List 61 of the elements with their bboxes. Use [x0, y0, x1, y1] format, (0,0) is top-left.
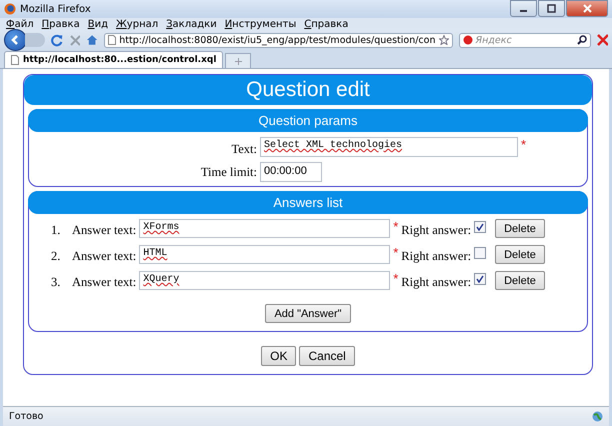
delete-button[interactable]: Delete [495, 219, 545, 238]
page-title: Question edit [24, 75, 592, 105]
field-label: Answer text: [72, 275, 136, 290]
field-label: Right answer: [401, 223, 472, 238]
list-number: 1. [51, 223, 62, 238]
browser-logo-icon [4, 3, 16, 15]
window-title: Mozilla Firefox [20, 4, 91, 14]
menu-item[interactable]: Справка [304, 18, 348, 30]
required-mark: * [393, 219, 398, 234]
globe-icon [592, 411, 603, 422]
answer-field[interactable]: HTML [139, 245, 390, 264]
answer-field[interactable]: XForms [139, 219, 390, 238]
list-number: 2. [51, 249, 62, 264]
maximize-icon [547, 4, 556, 13]
section-title: Question params [28, 109, 588, 132]
ok-button[interactable]: OK [261, 346, 296, 366]
status-text: Готово [9, 411, 44, 422]
maximize-button[interactable] [538, 0, 565, 17]
minimize-button[interactable] [510, 0, 537, 17]
search-icon[interactable] [576, 35, 587, 45]
field-label: Right answer: [401, 249, 472, 264]
forward-button[interactable] [24, 33, 46, 47]
star-icon[interactable] [438, 35, 448, 45]
answer-field[interactable]: XQuery [139, 271, 390, 290]
menu-item[interactable]: Закладки [166, 18, 217, 30]
field-label: Text: [230, 142, 257, 157]
checkmark-icon [476, 275, 484, 283]
browser-tab[interactable]: http://localhost:80...estion/control.xql [4, 51, 224, 68]
delete-button[interactable]: Delete [495, 271, 545, 290]
menu-item[interactable]: Правка [42, 18, 80, 30]
menu-item[interactable]: Файл [6, 18, 34, 30]
field-label: Time limit: [200, 164, 257, 180]
close-button[interactable] [566, 0, 608, 17]
checkmark-icon [476, 223, 484, 231]
time-field[interactable]: 00:00:00 [260, 162, 322, 182]
field-label: Answer text: [72, 249, 136, 264]
text-field[interactable]: Select XML technologies [260, 137, 518, 157]
page-icon [108, 35, 116, 45]
section-title: Answers list [28, 191, 588, 214]
page-icon [11, 55, 19, 65]
cancel-button[interactable]: Cancel [299, 346, 355, 366]
menu-item[interactable]: Журнал [116, 18, 158, 30]
checkbox[interactable] [474, 247, 486, 259]
checkbox[interactable] [474, 273, 486, 285]
close-icon [582, 4, 592, 13]
delete-button[interactable]: Delete [495, 245, 545, 264]
field-label: Answer text: [72, 223, 136, 238]
home-icon[interactable] [86, 34, 98, 46]
menu-item[interactable]: Вид [88, 18, 108, 30]
search-engine-icon[interactable] [462, 35, 472, 45]
reload-icon[interactable] [51, 34, 64, 46]
plus-icon [234, 58, 242, 64]
add-answer-button[interactable]: Add "Answer" [265, 304, 351, 323]
list-number: 3. [51, 275, 62, 290]
field-label: Right answer: [401, 275, 472, 290]
required-mark: * [521, 137, 526, 152]
menu-item[interactable]: Инструменты [224, 18, 296, 30]
required-mark: * [393, 245, 398, 260]
address-bar[interactable]: http://localhost:8080/exist/iu5_eng/app/test/modules/question/con [104, 32, 452, 48]
required-mark: * [393, 271, 398, 286]
checkbox[interactable] [474, 221, 486, 233]
